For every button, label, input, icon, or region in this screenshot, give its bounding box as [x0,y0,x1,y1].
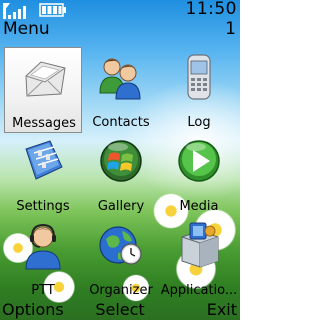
signal-strength-icon [3,3,26,19]
page-title: Menu [3,19,50,39]
headset-person-icon [25,223,61,270]
menu-item-organizer[interactable]: Organizer [82,215,160,301]
softkey-bar: Options Select Exit [0,298,240,320]
menu-item-applications[interactable]: Applicatio... [160,215,238,301]
menu-item-label: Media [179,199,219,214]
battery-icon [39,3,66,17]
menu-item-ptt[interactable]: PTT [4,215,82,301]
play-icon [178,140,220,182]
menu-item-media[interactable]: Media [160,131,238,217]
settings-icon [25,140,63,180]
exit-softkey[interactable]: Exit [207,300,237,319]
menu-grid: Messages Contacts Log Settings Gallery M… [0,45,240,298]
menu-item-contacts[interactable]: Contacts [82,47,160,133]
menu-item-label: Settings [16,199,70,214]
menu-item-label: Gallery [97,199,145,214]
windows-logo-icon [100,140,142,182]
clock: 11:50 [185,0,237,19]
select-softkey[interactable]: Select [0,300,240,319]
contacts-icon [99,58,141,100]
menu-item-label: Applicatio... [160,283,238,298]
phone-log-icon [187,54,211,100]
menu-item-label: PTT [31,283,55,298]
applications-box-icon [181,222,219,268]
menu-item-label: Organizer [89,283,153,298]
selection-index: 1 [225,19,236,39]
menu-item-label: Log [187,115,211,130]
phone-screen: 11:50 Menu 1 Messages Contacts Log Setti… [0,0,240,320]
globe-clock-icon [99,226,142,265]
menu-item-settings[interactable]: Settings [4,131,82,217]
menu-item-log[interactable]: Log [160,47,238,133]
envelope-icon [25,61,66,97]
menu-item-label: Contacts [92,115,150,130]
menu-item-label: Messages [12,116,76,131]
menu-item-gallery[interactable]: Gallery [82,131,160,217]
menu-item-messages[interactable]: Messages [4,47,82,133]
